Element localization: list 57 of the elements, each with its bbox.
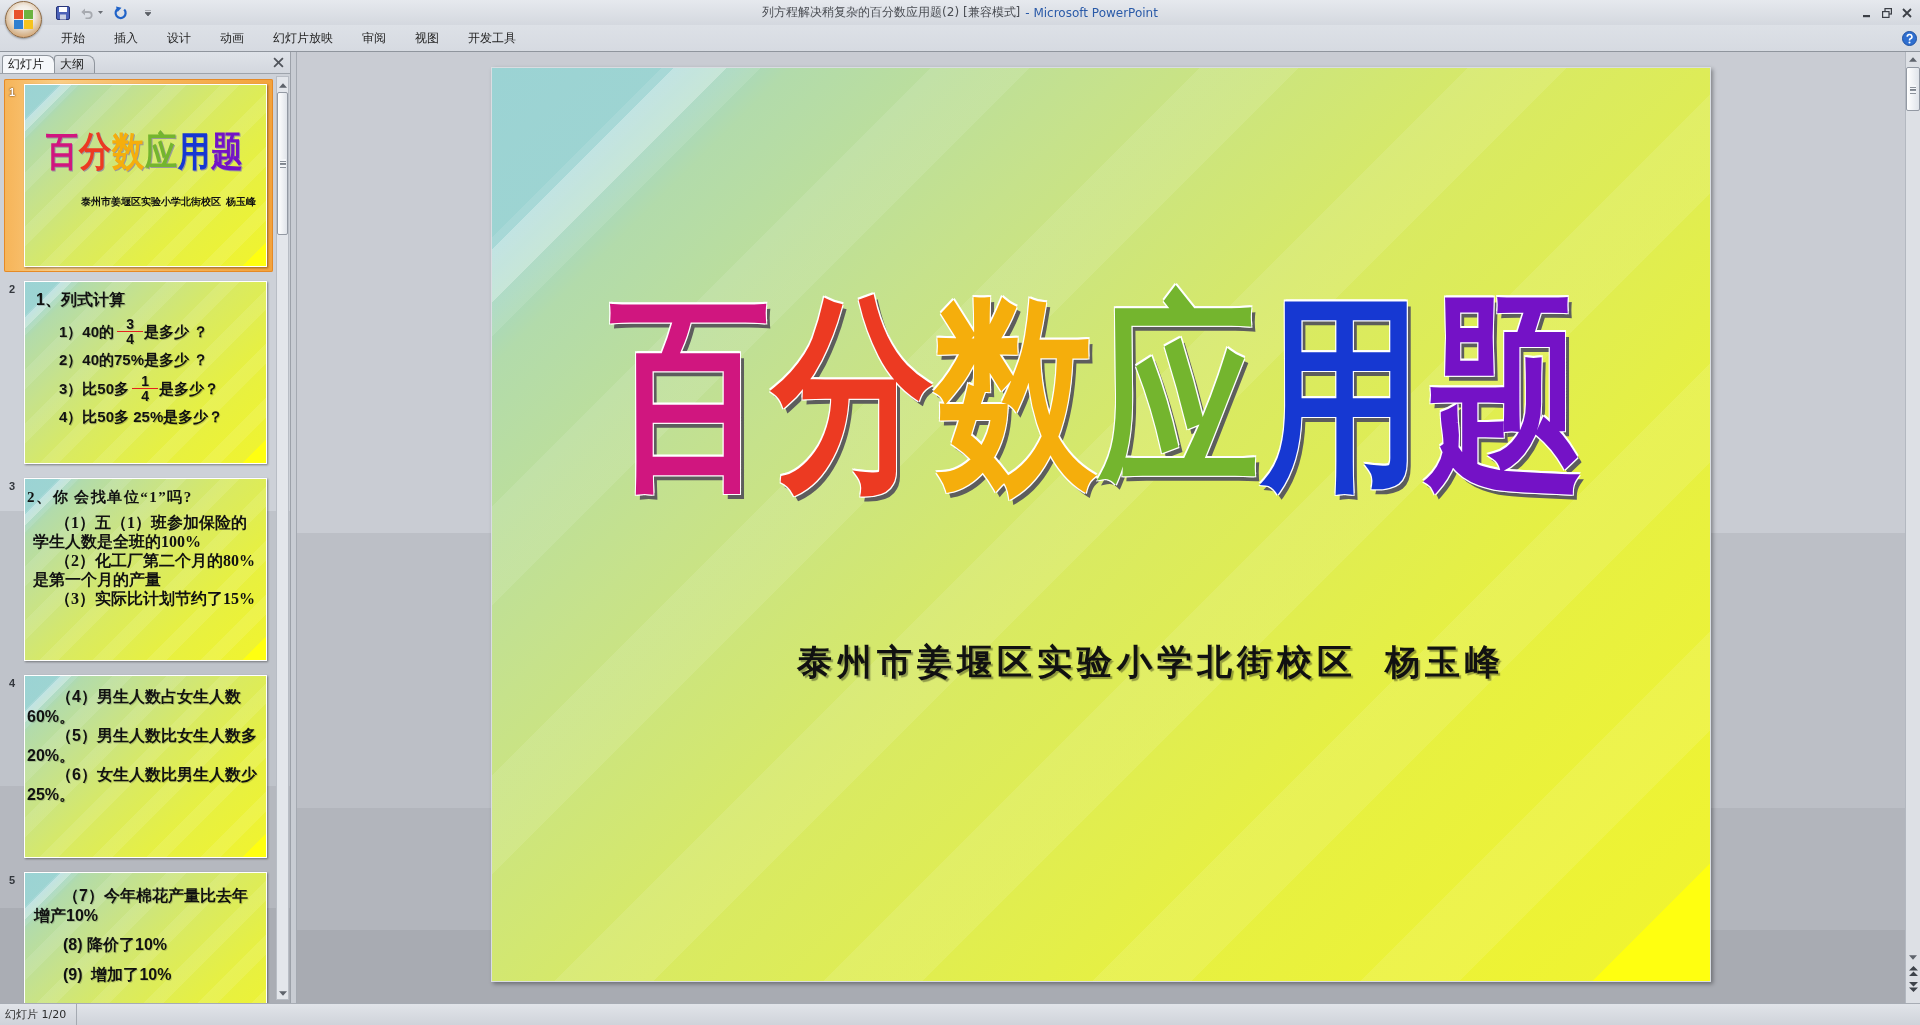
thumbnail-text: （2）化工厂第二个月的80%是第一个月的产量 bbox=[33, 551, 256, 589]
thumbnail-text: (8) 降价了10% bbox=[62, 935, 169, 955]
slide-list-item[interactable]: 4 （4）男生人数占女生人数60%。 （5）男生人数比女生人数多20%。 （6）女生人数比男生人数少25%。 bbox=[4, 670, 273, 863]
ribbon-tab[interactable]: 幻灯片放映 bbox=[258, 25, 347, 51]
thumbnail-text: (9) 增加了10% bbox=[62, 964, 173, 984]
scrollbar-thumb[interactable] bbox=[277, 92, 288, 235]
arrow-down-icon[interactable] bbox=[1909, 955, 1917, 960]
pane-tab[interactable]: 大纲 bbox=[54, 55, 95, 73]
thumbnail-title: 百分数应用题 bbox=[45, 127, 245, 176]
window-title: 列方程解决稍复杂的百分数应用题(2) [兼容模式] bbox=[762, 4, 1021, 21]
arrow-up-icon[interactable] bbox=[278, 83, 287, 88]
app-name: - Microsoft PowerPoint bbox=[1025, 5, 1158, 20]
slide-subtitle: 泰州市姜堰区实验小学北街校区 杨玉峰 bbox=[797, 642, 1505, 684]
redo-icon[interactable] bbox=[114, 5, 128, 20]
thumbnail-text: 2）40的75%是多少 ？ bbox=[59, 350, 210, 370]
ribbon-tab[interactable]: 设计 bbox=[152, 25, 205, 51]
ribbon-tab[interactable]: 审阅 bbox=[347, 25, 400, 51]
thumbnail-text: （6）女生人数比男生人数少25%。 bbox=[27, 765, 258, 804]
arrow-down-icon[interactable] bbox=[278, 991, 287, 996]
thumbnail-text: （4）男生人数占女生人数60%。 bbox=[27, 687, 242, 726]
slide-number: 4 bbox=[8, 676, 17, 690]
scrollbar-track[interactable] bbox=[1905, 52, 1920, 1003]
double-arrow-down-icon[interactable] bbox=[1908, 982, 1918, 992]
scrollbar-thumb[interactable] bbox=[1906, 67, 1920, 111]
thumbnail-heading: 2、你 会找单位“1”吗? bbox=[27, 488, 194, 507]
slide-number: 3 bbox=[8, 479, 17, 493]
slide-list-item[interactable]: 1 百分数应用题 泰州市姜堰区实验小学北街校区 杨玉峰 bbox=[4, 79, 273, 272]
slide-counter: 幻灯片 1/20 bbox=[5, 1007, 67, 1022]
thumbnail-text: （3）实际比计划节约了15% bbox=[54, 589, 256, 608]
scrollbar-track[interactable] bbox=[276, 76, 289, 1000]
ribbon-tab[interactable]: 开始 bbox=[46, 25, 99, 51]
ribbon-tab[interactable]: 视图 bbox=[400, 25, 453, 51]
ribbon-tab[interactable]: 开发工具 bbox=[453, 25, 530, 51]
close-icon[interactable] bbox=[273, 57, 284, 68]
pane-tab[interactable]: 幻灯片 bbox=[2, 55, 55, 73]
thumbnail-text: （5）男生人数比女生人数多20%。 bbox=[27, 726, 258, 765]
close-icon[interactable] bbox=[1902, 7, 1912, 18]
caret-icon[interactable] bbox=[98, 11, 103, 14]
slide-list-item[interactable]: 3 2、你 会找单位“1”吗? （1）五（1）班参加保险的学生人数是全班的100% （2）化工厂第二个月的80%是第一个月的产量 （3）实际比计划节约了15% bbox=[4, 473, 273, 666]
thumbnail-heading: 1、列式计算 bbox=[36, 290, 126, 310]
arrow-up-icon[interactable] bbox=[1909, 57, 1917, 62]
ribbon-tab[interactable]: 插入 bbox=[99, 25, 152, 51]
help-icon[interactable] bbox=[1902, 30, 1917, 46]
caret-icon[interactable] bbox=[145, 9, 151, 16]
save-icon[interactable] bbox=[56, 5, 70, 20]
slide-number: 2 bbox=[8, 282, 17, 296]
thumbnail-text: （7）今年棉花产量比去年增产10% bbox=[34, 886, 249, 925]
ribbon-tab[interactable]: 动画 bbox=[205, 25, 258, 51]
logo-icon bbox=[14, 10, 33, 29]
slide-number: 5 bbox=[8, 873, 17, 887]
slide-number: 1 bbox=[8, 85, 17, 99]
thumbnail-subtitle: 泰州市姜堰区实验小学北街校区 杨玉峰 bbox=[80, 195, 257, 208]
thumbnail-text: （1）五（1）班参加保险的学生人数是全班的100% bbox=[33, 513, 248, 551]
slide-title: 百分数应用题 bbox=[609, 278, 1589, 514]
restore-icon[interactable] bbox=[1882, 7, 1892, 18]
double-arrow-up-icon[interactable] bbox=[1908, 966, 1918, 976]
thumbnail-text: 4）比50多 25%是多少？ bbox=[59, 407, 225, 427]
